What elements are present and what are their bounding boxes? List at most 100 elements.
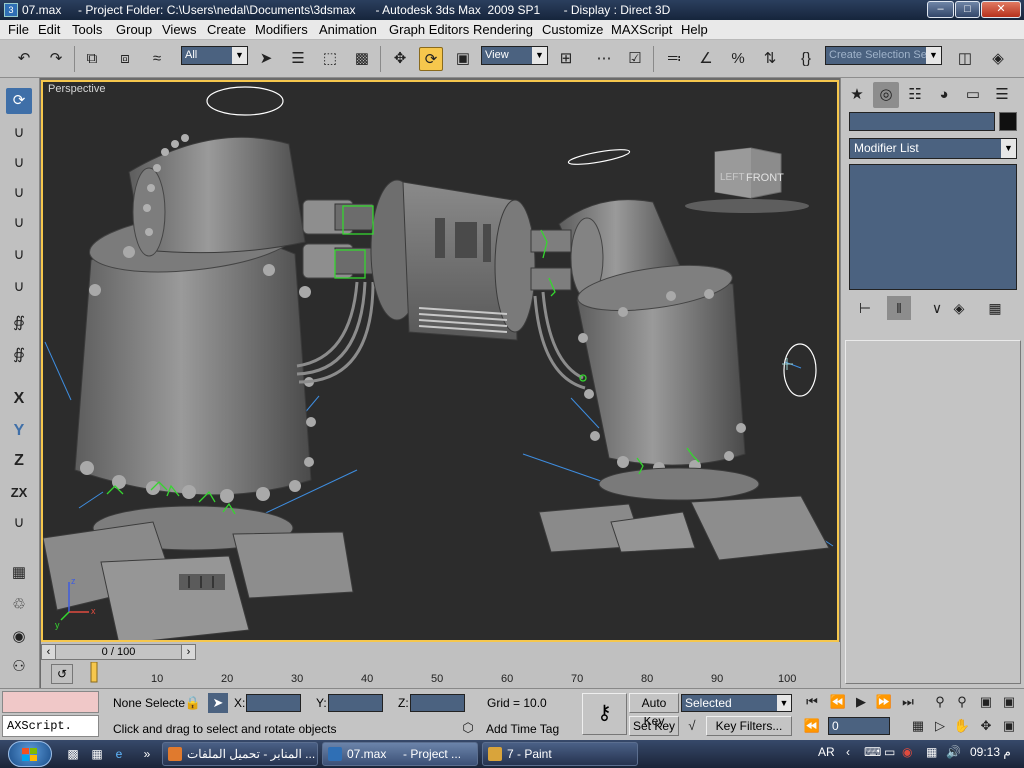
axis-z-button[interactable]: Z	[6, 448, 32, 474]
align-icon[interactable]: ◈	[986, 47, 1010, 71]
time-configuration-icon[interactable]: ▦	[908, 716, 928, 736]
hierarchy-tab-icon[interactable]: ☷	[902, 82, 928, 108]
magnet-tool-icon[interactable]: ∪	[6, 274, 32, 300]
time-slider[interactable]: ‹ 0 / 100 ›	[41, 644, 196, 660]
set-key-button[interactable]: Set Key	[629, 716, 679, 736]
slider-prev-icon[interactable]: ‹	[42, 645, 56, 659]
keyboard-shortcut-override-icon[interactable]: ☑	[623, 47, 647, 71]
cube-icon[interactable]: ⬡	[458, 718, 478, 738]
magnet-tool-icon[interactable]: ∪	[6, 242, 32, 268]
menu-modifiers[interactable]: Modifiers	[255, 22, 308, 37]
security-icon[interactable]: ◉	[902, 745, 912, 759]
configure-modifier-sets-icon[interactable]: ▦	[983, 296, 1007, 320]
key-filters-button[interactable]: Key Filters...	[706, 716, 792, 736]
spinner-snap-icon[interactable]: ⇅	[758, 47, 782, 71]
shirt-icon[interactable]: ♲	[6, 592, 32, 618]
internet-explorer-icon[interactable]: e	[110, 745, 128, 763]
perspective-viewport[interactable]: LEFT FRONT z x y Perspective	[41, 80, 839, 642]
magnet-tool-icon[interactable]: ∪	[6, 120, 32, 146]
minimize-button[interactable]: –	[927, 1, 954, 18]
select-by-name-icon[interactable]: ☰	[286, 47, 310, 71]
slider-next-icon[interactable]: ›	[181, 645, 195, 659]
modifier-stack[interactable]	[849, 164, 1017, 290]
edit-named-selections-icon[interactable]: {}	[794, 47, 818, 71]
use-pivot-center-icon[interactable]: ⊞	[554, 47, 578, 71]
snap-grid-icon[interactable]: ∯	[6, 310, 32, 336]
axis-zx-button[interactable]: ZX	[6, 480, 32, 506]
angle-snap-icon[interactable]: ∠	[694, 47, 718, 71]
rectangular-selection-icon[interactable]: ⬚	[318, 47, 342, 71]
magnet-tool-icon[interactable]: ∪	[6, 180, 32, 206]
previous-frame-icon[interactable]: ⏪	[828, 692, 848, 712]
snap-xy-icon[interactable]: ∯	[6, 342, 32, 368]
3dsmax-app-icon[interactable]: 3	[4, 3, 18, 17]
key-icon[interactable]: ⚷	[582, 693, 627, 735]
timeline-ruler[interactable]: 10 20 30 40 50 60 70 80 90 100	[87, 662, 843, 686]
maxscript-listener-output[interactable]	[2, 691, 99, 713]
display-tab-icon[interactable]: ▭	[960, 82, 986, 108]
percent-snap-icon[interactable]: %	[726, 47, 750, 71]
axis-y-button[interactable]: Y	[6, 418, 32, 444]
select-and-move-icon[interactable]: ✥	[388, 47, 412, 71]
pin-stack-icon[interactable]: ⊢	[853, 296, 877, 320]
z-coordinate-field[interactable]	[410, 694, 465, 712]
robot-right-leg[interactable]	[575, 257, 746, 474]
menu-graph-editors[interactable]: Graph Editors	[389, 22, 469, 37]
character-icon[interactable]: ⚇	[6, 654, 32, 680]
key-mode-toggle-icon[interactable]: ⏪	[802, 716, 822, 736]
viewcube[interactable]: LEFT FRONT	[685, 147, 809, 213]
network-icon[interactable]: ▦	[926, 745, 937, 759]
select-and-scale-icon[interactable]: ▣	[451, 47, 475, 71]
scene-render[interactable]: LEFT FRONT z x y	[43, 82, 839, 642]
layers-icon[interactable]: ▦	[6, 560, 32, 586]
system-clock[interactable]: 09:13 م	[970, 745, 1011, 759]
absolute-mode-icon[interactable]: ➤	[208, 693, 228, 713]
magnet-tool-icon[interactable]: ∪	[6, 150, 32, 176]
select-and-rotate-icon[interactable]: ⟳	[419, 47, 443, 71]
selection-filter-dropdown[interactable]: All ▼	[181, 46, 248, 65]
modify-tab-icon[interactable]: ◎	[873, 82, 899, 108]
motion-tab-icon[interactable]: ◕	[931, 82, 957, 108]
object-name-field[interactable]	[849, 112, 995, 131]
menu-maxscript[interactable]: MAXScript	[611, 22, 672, 37]
robot-left-foot[interactable]	[43, 505, 354, 642]
maxscript-listener-input[interactable]: AXScript.	[2, 715, 99, 737]
go-to-end-icon[interactable]: ⏭	[898, 692, 918, 712]
menu-file[interactable]: File	[8, 22, 29, 37]
select-object-icon[interactable]: ➤	[254, 47, 278, 71]
close-button[interactable]: ✕	[981, 1, 1021, 18]
menu-group[interactable]: Group	[116, 22, 152, 37]
menu-help[interactable]: Help	[681, 22, 708, 37]
x-coordinate-field[interactable]	[246, 694, 301, 712]
utilities-tab-icon[interactable]: ☰	[989, 82, 1015, 108]
taskbar-task-firefox[interactable]: المنابر - تحميل الملفات ...	[162, 742, 318, 766]
select-and-manipulate-icon[interactable]: ⋯	[592, 47, 616, 71]
select-and-link-icon[interactable]: ⧉	[80, 47, 104, 71]
robot-central-motor[interactable]	[370, 179, 536, 341]
create-tab-icon[interactable]: ★	[844, 82, 870, 108]
menu-animation[interactable]: Animation	[319, 22, 377, 37]
volume-icon[interactable]: 🔊	[946, 745, 961, 759]
lock-icon[interactable]: 🔒	[183, 693, 203, 713]
object-color-swatch[interactable]	[999, 112, 1017, 131]
snaps-toggle-icon[interactable]: ≕	[662, 47, 686, 71]
tray-expand-icon[interactable]: ‹	[846, 745, 850, 759]
magnet-tool-icon[interactable]: ∪	[6, 210, 32, 236]
maximize-button[interactable]: □	[955, 1, 980, 18]
next-frame-icon[interactable]: ⏩	[874, 692, 894, 712]
keyboard-icon[interactable]: ⌨	[864, 745, 881, 759]
reference-coordinate-dropdown[interactable]: View ▼	[481, 46, 548, 65]
viewport-label[interactable]: Perspective	[48, 83, 105, 95]
bind-to-space-warp-icon[interactable]: ≈	[145, 47, 169, 71]
add-time-tag[interactable]: Add Time Tag	[486, 722, 559, 736]
key-mode-dropdown[interactable]: Selected ▼	[681, 694, 792, 712]
zoom-all-icon[interactable]: ⚲	[952, 692, 972, 712]
set-key-icon[interactable]: √	[682, 716, 702, 736]
menu-create[interactable]: Create	[207, 22, 246, 37]
taskbar-task-paint[interactable]: 7 - Paint	[482, 742, 638, 766]
monitor-icon[interactable]: ▭	[884, 745, 895, 759]
more-quick-launch-icon[interactable]: »	[138, 745, 156, 763]
window-crossing-icon[interactable]: ▩	[350, 47, 374, 71]
maximize-viewport-icon[interactable]: ▣	[999, 716, 1019, 736]
axis-xy-icon[interactable]: ∪	[6, 510, 32, 536]
